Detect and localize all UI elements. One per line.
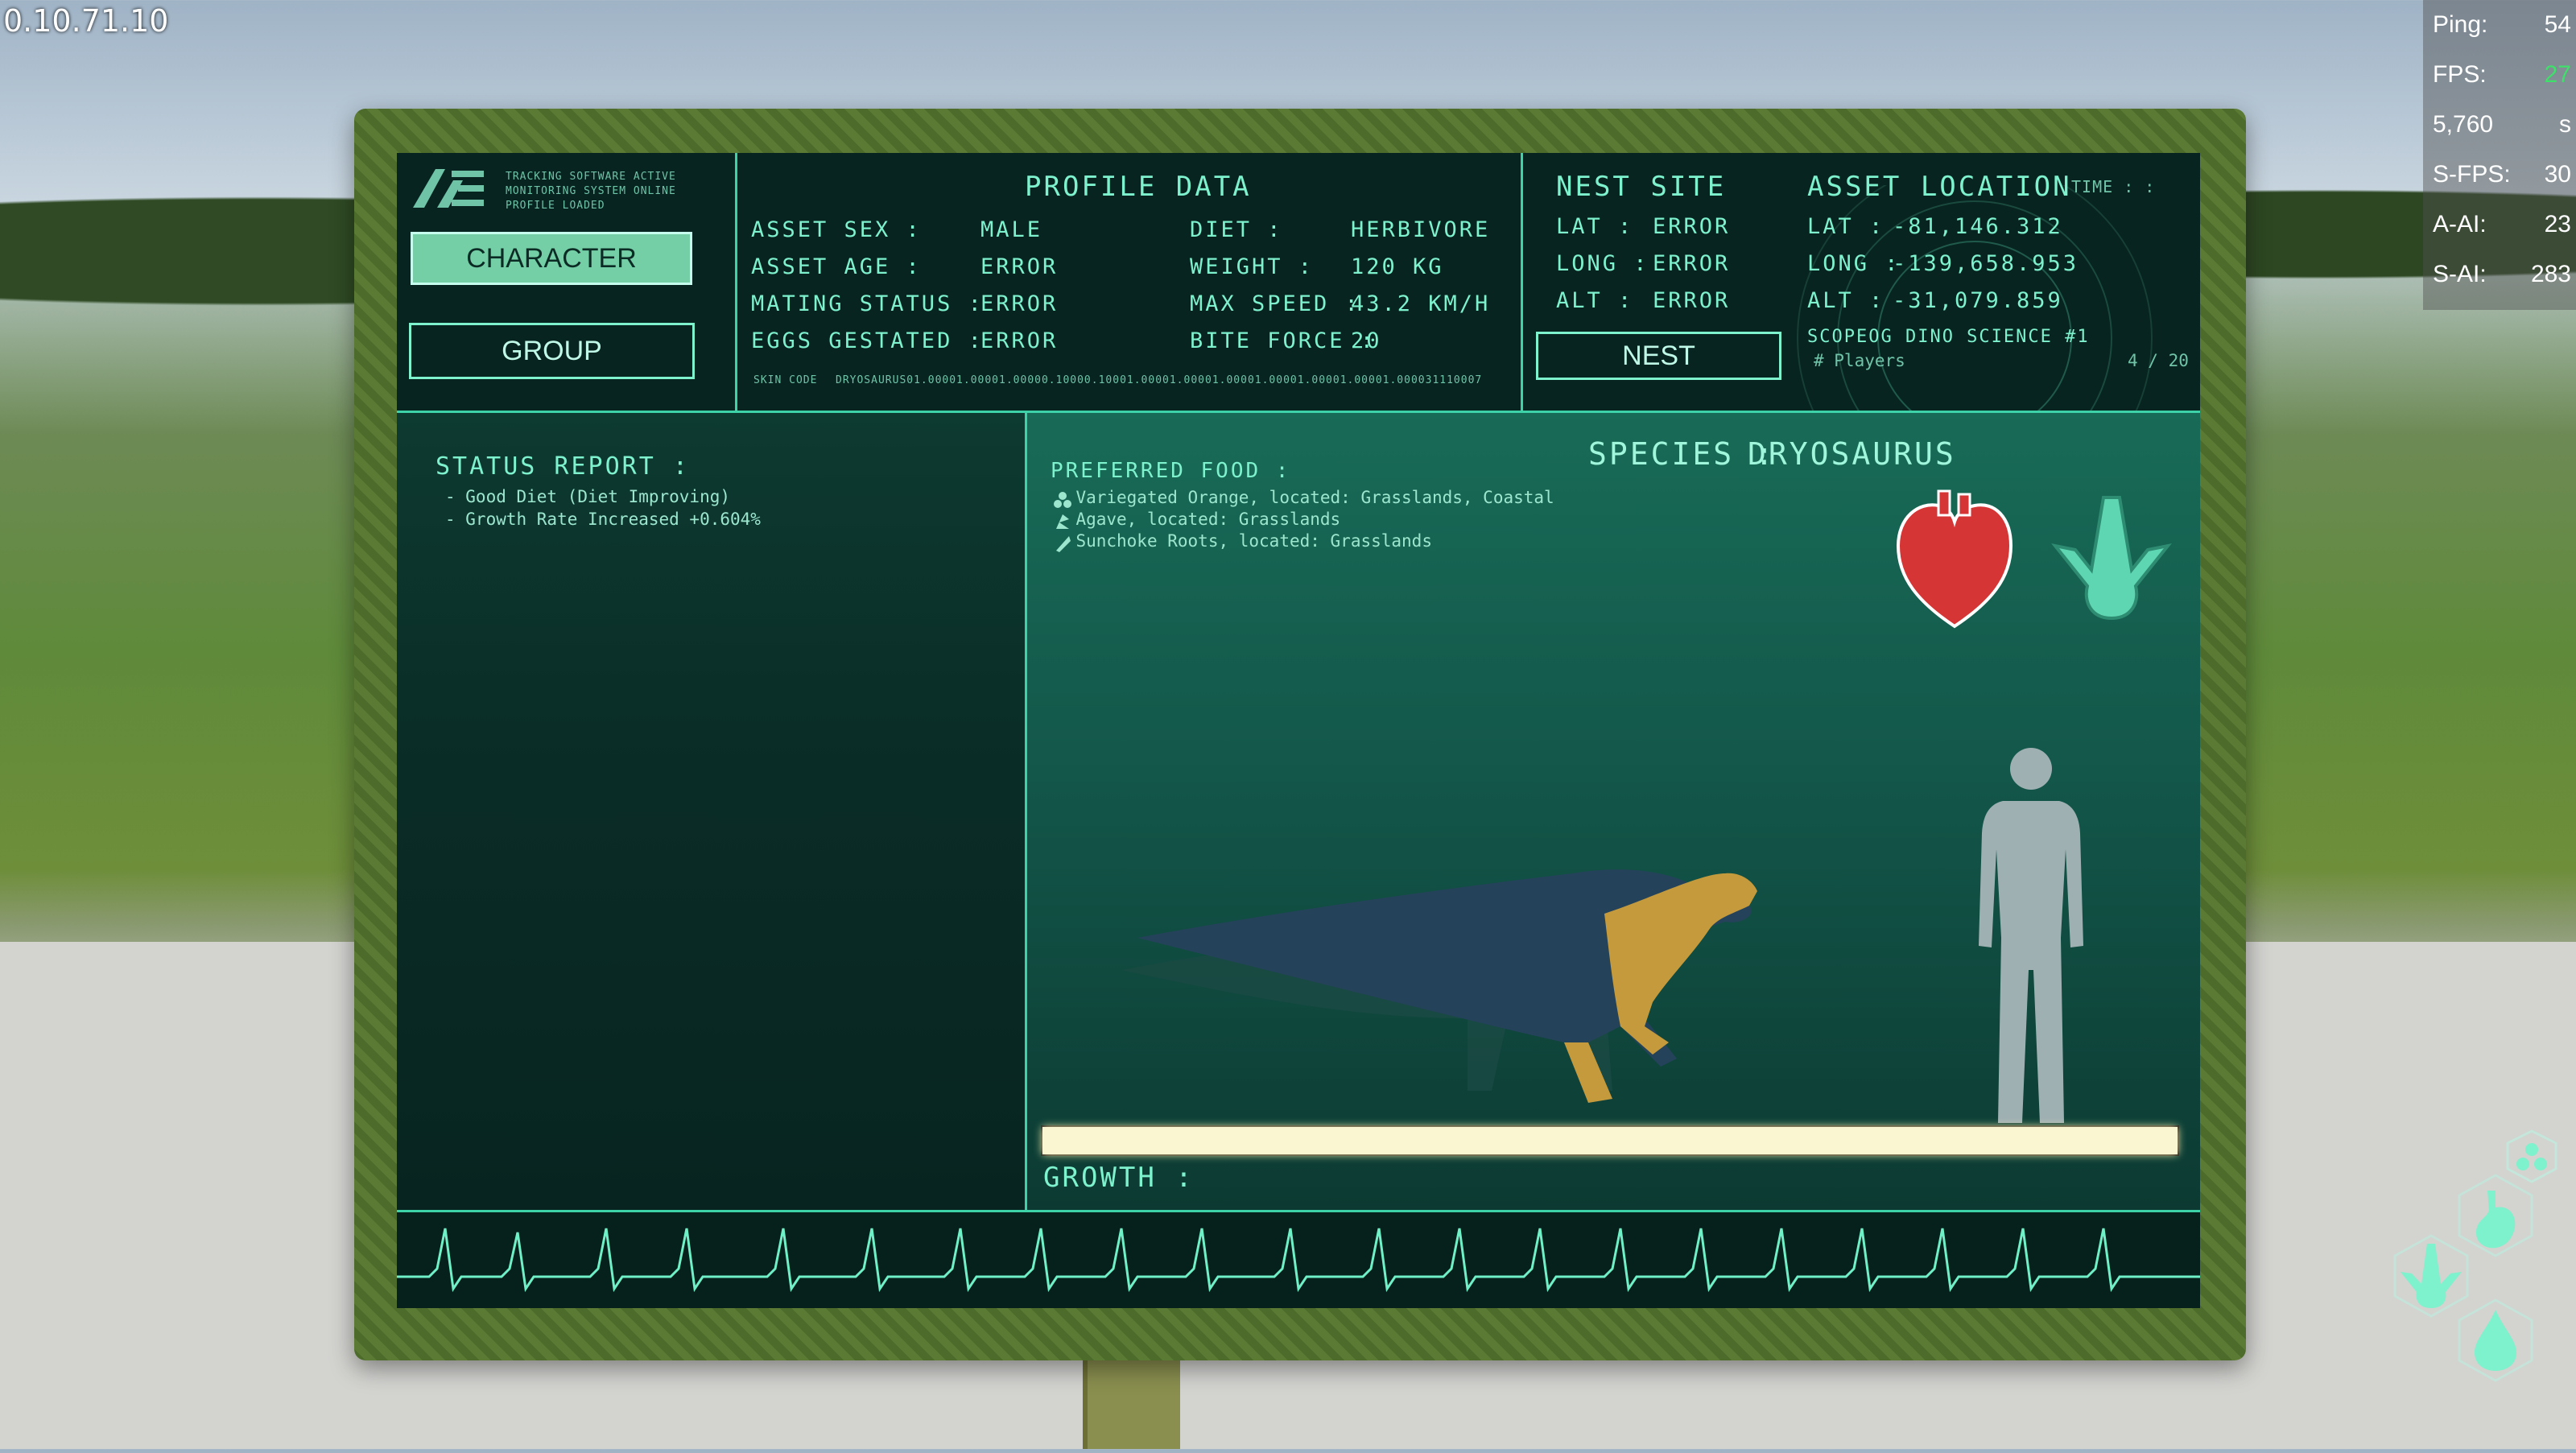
- location-label: LAT :: [1807, 214, 1885, 239]
- location-label: ALT :: [1807, 288, 1885, 313]
- nest-label: LONG :: [1556, 251, 1649, 276]
- profile-label: ASSET SEX :: [751, 217, 922, 242]
- plant-icon: [1053, 513, 1072, 530]
- profile-value: HERBIVORE: [1351, 217, 1491, 242]
- food-item: Variegated Orange, located: Grasslands, …: [1053, 488, 1554, 509]
- food-item-text: Sunchoke Roots, located: Grasslands: [1075, 531, 1432, 551]
- food-item-text: Variegated Orange, located: Grasslands, …: [1075, 488, 1554, 507]
- location-value: -81,146.312: [1893, 214, 2063, 239]
- stat-ping: Ping: 54: [2433, 11, 2571, 38]
- status-line: PROFILE LOADED: [506, 200, 605, 212]
- profile-value: 20: [1351, 328, 1382, 353]
- dryosaurus-silhouette: [1089, 825, 1894, 1123]
- nest-label: LAT :: [1556, 214, 1634, 239]
- server-name: SCOPEOG DINO SCIENCE #1: [1807, 327, 2090, 347]
- food-item-text: Agave, located: Grasslands: [1075, 510, 1341, 529]
- character-tab-button[interactable]: CHARACTER: [411, 232, 692, 285]
- location-value: -31,079.859: [1893, 288, 2063, 313]
- dino-profile-screen: TRACKING SOFTWARE ACTIVE MONITORING SYST…: [397, 153, 2200, 1308]
- growth-bar-track: [1041, 1125, 2179, 1156]
- profile-label: WEIGHT :: [1190, 254, 1315, 279]
- profile-label: EGGS GESTATED :: [751, 328, 984, 353]
- players-count: 4 / 20: [2128, 351, 2189, 370]
- profile-label: DIET :: [1190, 217, 1283, 242]
- profile-value: MALE: [980, 217, 1043, 242]
- profile-value: 120 KG: [1351, 254, 1444, 279]
- players-label: # Players: [1814, 351, 1905, 370]
- growth-bar-fill: [1042, 1127, 2178, 1154]
- status-item: - Growth Rate Increased +0.604%: [445, 510, 761, 529]
- nest-value: ERROR: [1653, 251, 1731, 276]
- group-tab-button[interactable]: GROUP: [409, 323, 695, 379]
- heart-icon: [1894, 489, 2015, 630]
- footprint-icon: [2047, 489, 2176, 634]
- location-value: -139,658.953: [1893, 251, 2079, 276]
- profile-label: ASSET AGE :: [751, 254, 922, 279]
- asset-location-title: ASSET LOCATION: [1807, 171, 2072, 203]
- location-label: LONG :: [1807, 251, 1901, 276]
- stat-fps: FPS: 27: [2433, 61, 2571, 88]
- growth-label: GROWTH :: [1043, 1162, 1195, 1194]
- stat-s-ai: S-AI: 283: [2433, 261, 2571, 287]
- status-line: MONITORING SYSTEM ONLINE: [506, 185, 676, 197]
- water-drop-icon[interactable]: [2471, 1308, 2520, 1373]
- profile-label: MAX SPEED :: [1190, 291, 1360, 316]
- stomach-icon[interactable]: [2471, 1187, 2524, 1252]
- stat-time: 5,760 s: [2433, 111, 2571, 138]
- perf-stats: Ping: 54 FPS: 27 5,760 s S-FPS: 30 A-AI: 23 S…: [2423, 0, 2576, 310]
- profile-value: ERROR: [980, 328, 1059, 353]
- nest-value: ERROR: [1653, 214, 1731, 239]
- stat-a-ai: A-AI: 23: [2433, 211, 2571, 237]
- preferred-food-title: PREFERRED FOOD :: [1051, 459, 1291, 483]
- hex-menu: [2254, 1127, 2576, 1449]
- root-icon: [1053, 535, 1072, 552]
- nest-label: ALT :: [1556, 288, 1634, 313]
- footprint-icon[interactable]: [2399, 1240, 2463, 1312]
- version-label: 0.10.71.10: [3, 3, 169, 39]
- profile-value: ERROR: [980, 291, 1059, 316]
- divider: [735, 153, 737, 411]
- status-report-title: STATUS REPORT :: [436, 452, 690, 481]
- heartbeat-monitor: [397, 1212, 2200, 1308]
- ae-logo: [413, 169, 485, 208]
- hex-dots-icon[interactable]: [2513, 1141, 2550, 1174]
- human-silhouette: [1971, 745, 2091, 1131]
- skin-code-label: SKIN CODE: [753, 374, 818, 386]
- status-line: TRACKING SOFTWARE ACTIVE: [506, 171, 676, 183]
- profile-value: ERROR: [980, 254, 1059, 279]
- species-name: DRYOSAURUS: [1748, 436, 1956, 472]
- status-item: - Good Diet (Diet Improving): [445, 487, 731, 506]
- food-item: Sunchoke Roots, located: Grasslands: [1053, 531, 1432, 552]
- stat-server-fps: S-FPS: 30: [2433, 161, 2571, 188]
- profile-label: MATING STATUS :: [751, 291, 984, 316]
- skin-code-value: DRYOSAURUS01.00001.00001.00000.10000.100…: [836, 374, 1483, 386]
- time-label: TIME : :: [2071, 177, 2156, 196]
- divider: [1521, 153, 1523, 411]
- food-item: Agave, located: Grasslands: [1053, 510, 1340, 530]
- profile-title: PROFILE DATA: [1025, 171, 1252, 203]
- nest-value: ERROR: [1653, 288, 1731, 313]
- profile-value: 43.2 KM/H: [1351, 291, 1491, 316]
- nest-button[interactable]: NEST: [1536, 332, 1781, 380]
- profile-label: BITE FORCE :: [1190, 328, 1377, 353]
- berries-icon: [1053, 491, 1072, 509]
- status-report-panel: [397, 413, 1025, 1210]
- nest-title: NEST SITE: [1556, 171, 1727, 203]
